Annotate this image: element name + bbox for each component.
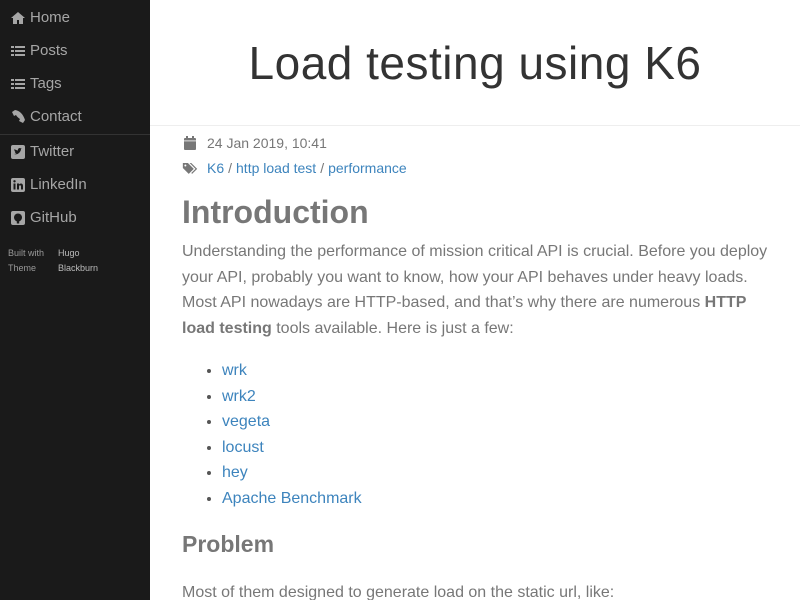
tool-link-wrk[interactable]: wrk xyxy=(222,362,247,379)
calendar-icon xyxy=(182,135,198,151)
sidebar-item-label: Posts xyxy=(30,42,68,59)
sidebar-item-posts[interactable]: Posts xyxy=(0,34,150,67)
blackburn-link[interactable]: Blackburn xyxy=(58,261,98,276)
list-icon xyxy=(10,43,26,59)
problem-heading: Problem xyxy=(182,531,275,557)
list-item: wrk xyxy=(222,358,772,384)
sidebar-nav: Home Posts Tags Contact xyxy=(0,0,150,133)
twitter-icon xyxy=(10,144,26,160)
tool-link-apache-benchmark[interactable]: Apache Benchmark xyxy=(222,490,362,507)
page-title: Load testing using K6 xyxy=(248,36,702,89)
post-date-row: 24 Jan 2019, 10:41 xyxy=(182,130,772,155)
post-body: 24 Jan 2019, 10:41 K6 / http load test /… xyxy=(150,126,772,600)
theme-row: Theme Blackburn xyxy=(8,261,150,276)
post-tags-row: K6 / http load test / performance xyxy=(182,155,772,180)
sidebar-item-home[interactable]: Home xyxy=(0,1,150,34)
intro-text-1: Understanding the performance of mission… xyxy=(182,243,768,311)
tool-link-locust[interactable]: locust xyxy=(222,439,264,456)
intro-text-2: tools available. Here is just a few: xyxy=(271,319,514,337)
tools-list: wrk wrk2 vegeta locust hey Apache Benchm… xyxy=(182,358,772,511)
tag-link-performance[interactable]: performance xyxy=(328,160,407,176)
built-with-row: Built with Hugo xyxy=(8,246,150,261)
list-item: Apache Benchmark xyxy=(222,486,772,512)
post-header: Load testing using K6 xyxy=(150,0,800,126)
tool-link-vegeta[interactable]: vegeta xyxy=(222,413,270,430)
linkedin-icon xyxy=(10,177,26,193)
sidebar-item-label: GitHub xyxy=(30,209,77,226)
problem-paragraph: Most of them designed to generate load o… xyxy=(182,584,615,600)
sidebar-item-twitter[interactable]: Twitter xyxy=(0,135,150,168)
sidebar-item-github[interactable]: GitHub xyxy=(0,201,150,234)
tags-icon xyxy=(182,160,201,176)
tool-link-hey[interactable]: hey xyxy=(222,464,248,481)
home-icon xyxy=(10,10,26,26)
sidebar-footer: Built with Hugo Theme Blackburn xyxy=(0,234,150,276)
tag-separator: / xyxy=(320,159,325,176)
built-with-label: Built with xyxy=(8,248,45,258)
introduction-heading: Introduction xyxy=(182,194,369,230)
sidebar-item-label: Twitter xyxy=(30,143,75,160)
hugo-link[interactable]: Hugo xyxy=(58,246,80,261)
tag-separator: / xyxy=(228,159,233,176)
intro-paragraph: Understanding the performance of mission… xyxy=(182,239,772,341)
sidebar-item-label: Tags xyxy=(30,75,62,92)
phone-icon xyxy=(10,109,26,125)
list-item: vegeta xyxy=(222,409,772,435)
sidebar-item-label: LinkedIn xyxy=(30,176,87,193)
sidebar-item-linkedin[interactable]: LinkedIn xyxy=(0,168,150,201)
theme-label: Theme xyxy=(8,263,37,273)
sidebar-item-label: Home xyxy=(30,9,71,26)
post-date: 24 Jan 2019, 10:41 xyxy=(207,134,327,151)
sidebar: Home Posts Tags Contact Twitter LinkedIn… xyxy=(0,0,150,600)
tag-link-http-load-test[interactable]: http load test xyxy=(236,160,316,176)
tool-link-wrk2[interactable]: wrk2 xyxy=(222,388,256,405)
sidebar-item-contact[interactable]: Contact xyxy=(0,100,150,133)
list-item: hey xyxy=(222,460,772,486)
sidebar-item-tags[interactable]: Tags xyxy=(0,67,150,100)
list-item: wrk2 xyxy=(222,384,772,410)
sidebar-social: Twitter LinkedIn GitHub xyxy=(0,135,150,234)
list-item: locust xyxy=(222,435,772,461)
sidebar-item-label: Contact xyxy=(30,108,82,125)
main-content: Load testing using K6 24 Jan 2019, 10:41… xyxy=(150,0,800,600)
github-icon xyxy=(10,210,26,226)
list-icon xyxy=(10,76,26,92)
tag-link-k6[interactable]: K6 xyxy=(207,160,224,176)
